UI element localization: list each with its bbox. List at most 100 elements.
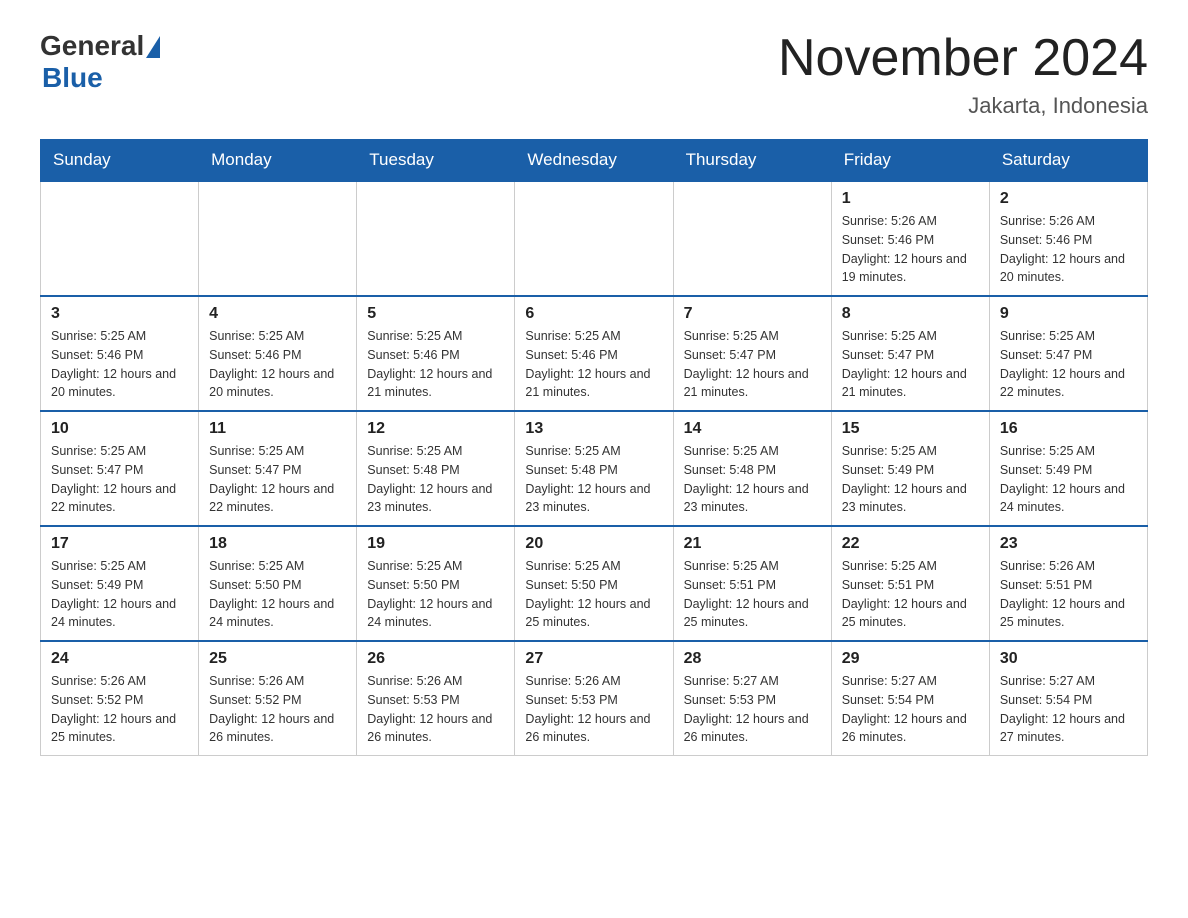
header-wednesday: Wednesday <box>515 140 673 182</box>
day-number: 21 <box>684 535 821 553</box>
calendar-cell-w1-d2 <box>357 181 515 296</box>
calendar-cell-w2-d3: 6Sunrise: 5:25 AMSunset: 5:46 PMDaylight… <box>515 296 673 411</box>
page-header: General Blue November 2024 Jakarta, Indo… <box>40 30 1148 119</box>
day-info: Sunrise: 5:26 AMSunset: 5:53 PMDaylight:… <box>367 672 504 747</box>
header-thursday: Thursday <box>673 140 831 182</box>
day-info: Sunrise: 5:27 AMSunset: 5:54 PMDaylight:… <box>842 672 979 747</box>
week-row-5: 24 Sunrise: 5:26 AMSunset: 5:52 PMDayligh… <box>41 641 1148 756</box>
day-info: Sunrise: 5:25 AMSunset: 5:47 PMDaylight:… <box>842 327 979 402</box>
location-text: Jakarta, Indonesia <box>778 93 1148 119</box>
header-friday: Friday <box>831 140 989 182</box>
calendar-cell-w3-d6: 16 Sunrise: 5:25 AMSunset: 5:49 PMDayligh… <box>989 411 1147 526</box>
calendar-cell-w3-d5: 15 Sunrise: 5:25 AMSunset: 5:49 PMDayligh… <box>831 411 989 526</box>
day-number: 18 <box>209 535 346 553</box>
day-info: Sunrise: 5:25 AMSunset: 5:50 PMDaylight:… <box>367 557 504 632</box>
calendar-cell-w3-d0: 10 Sunrise: 5:25 AMSunset: 5:47 PMDayligh… <box>41 411 199 526</box>
day-info: Sunrise: 5:27 AMSunset: 5:53 PMDaylight:… <box>684 672 821 747</box>
day-info: Sunrise: 5:26 AMSunset: 5:46 PMDaylight:… <box>842 212 979 287</box>
day-number: 6 <box>525 305 662 323</box>
calendar-cell-w5-d6: 30 Sunrise: 5:27 AMSunset: 5:54 PMDayligh… <box>989 641 1147 756</box>
day-number: 26 <box>367 650 504 668</box>
day-info: Sunrise: 5:25 AMSunset: 5:46 PMDaylight:… <box>367 327 504 402</box>
calendar-cell-w2-d0: 3Sunrise: 5:25 AMSunset: 5:46 PMDaylight… <box>41 296 199 411</box>
day-number: 12 <box>367 420 504 438</box>
day-info: Sunrise: 5:26 AMSunset: 5:53 PMDaylight:… <box>525 672 662 747</box>
day-info: Sunrise: 5:26 AMSunset: 5:51 PMDaylight:… <box>1000 557 1137 632</box>
calendar-cell-w1-d3 <box>515 181 673 296</box>
logo-triangle-icon <box>146 36 160 58</box>
calendar-cell-w1-d5: 1 Sunrise: 5:26 AMSunset: 5:46 PMDaylight… <box>831 181 989 296</box>
day-number: 23 <box>1000 535 1137 553</box>
calendar-cell-w5-d3: 27 Sunrise: 5:26 AMSunset: 5:53 PMDayligh… <box>515 641 673 756</box>
calendar-cell-w4-d0: 17Sunrise: 5:25 AMSunset: 5:49 PMDayligh… <box>41 526 199 641</box>
header-tuesday: Tuesday <box>357 140 515 182</box>
logo: General Blue <box>40 30 160 94</box>
day-number: 11 <box>209 420 346 438</box>
day-info: Sunrise: 5:25 AMSunset: 5:51 PMDaylight:… <box>684 557 821 632</box>
day-info: Sunrise: 5:25 AMSunset: 5:50 PMDaylight:… <box>209 557 346 632</box>
day-number: 9 <box>1000 305 1137 323</box>
day-number: 24 <box>51 650 188 668</box>
title-section: November 2024 Jakarta, Indonesia <box>778 30 1148 119</box>
day-info: Sunrise: 5:25 AMSunset: 5:47 PMDaylight:… <box>684 327 821 402</box>
calendar-cell-w2-d5: 8 Sunrise: 5:25 AMSunset: 5:47 PMDaylight… <box>831 296 989 411</box>
day-info: Sunrise: 5:25 AMSunset: 5:47 PMDaylight:… <box>51 442 188 517</box>
day-info: Sunrise: 5:26 AMSunset: 5:52 PMDaylight:… <box>209 672 346 747</box>
calendar-cell-w2-d6: 9 Sunrise: 5:25 AMSunset: 5:47 PMDaylight… <box>989 296 1147 411</box>
day-info: Sunrise: 5:26 AMSunset: 5:46 PMDaylight:… <box>1000 212 1137 287</box>
day-info: Sunrise: 5:25 AMSunset: 5:47 PMDaylight:… <box>209 442 346 517</box>
day-number: 16 <box>1000 420 1137 438</box>
day-number: 13 <box>525 420 662 438</box>
calendar-cell-w5-d2: 26 Sunrise: 5:26 AMSunset: 5:53 PMDayligh… <box>357 641 515 756</box>
day-number: 7 <box>684 305 821 323</box>
day-info: Sunrise: 5:25 AMSunset: 5:51 PMDaylight:… <box>842 557 979 632</box>
calendar-cell-w4-d6: 23 Sunrise: 5:26 AMSunset: 5:51 PMDayligh… <box>989 526 1147 641</box>
day-number: 1 <box>842 190 979 208</box>
logo-general-text: General <box>40 30 144 62</box>
day-info: Sunrise: 5:26 AMSunset: 5:52 PMDaylight:… <box>51 672 188 747</box>
day-number: 10 <box>51 420 188 438</box>
calendar-cell-w1-d4 <box>673 181 831 296</box>
day-number: 2 <box>1000 190 1137 208</box>
day-number: 30 <box>1000 650 1137 668</box>
day-number: 29 <box>842 650 979 668</box>
calendar-cell-w4-d3: 20 Sunrise: 5:25 AMSunset: 5:50 PMDayligh… <box>515 526 673 641</box>
day-number: 27 <box>525 650 662 668</box>
calendar-cell-w4-d5: 22Sunrise: 5:25 AMSunset: 5:51 PMDayligh… <box>831 526 989 641</box>
day-number: 14 <box>684 420 821 438</box>
day-info: Sunrise: 5:25 AMSunset: 5:50 PMDaylight:… <box>525 557 662 632</box>
day-number: 5 <box>367 305 504 323</box>
calendar-cell-w1-d0 <box>41 181 199 296</box>
calendar-cell-w2-d2: 5 Sunrise: 5:25 AMSunset: 5:46 PMDaylight… <box>357 296 515 411</box>
day-info: Sunrise: 5:25 AMSunset: 5:49 PMDaylight:… <box>1000 442 1137 517</box>
calendar-cell-w2-d4: 7 Sunrise: 5:25 AMSunset: 5:47 PMDaylight… <box>673 296 831 411</box>
day-info: Sunrise: 5:25 AMSunset: 5:46 PMDaylight:… <box>209 327 346 402</box>
calendar-cell-w5-d0: 24 Sunrise: 5:26 AMSunset: 5:52 PMDayligh… <box>41 641 199 756</box>
day-number: 19 <box>367 535 504 553</box>
week-row-1: 1 Sunrise: 5:26 AMSunset: 5:46 PMDaylight… <box>41 181 1148 296</box>
day-info: Sunrise: 5:25 AMSunset: 5:49 PMDaylight:… <box>842 442 979 517</box>
day-info: Sunrise: 5:25 AMSunset: 5:46 PMDaylight:… <box>51 327 188 402</box>
day-info: Sunrise: 5:25 AMSunset: 5:48 PMDaylight:… <box>367 442 504 517</box>
week-row-4: 17Sunrise: 5:25 AMSunset: 5:49 PMDayligh… <box>41 526 1148 641</box>
day-number: 8 <box>842 305 979 323</box>
month-year-title: November 2024 <box>778 30 1148 87</box>
calendar-cell-w5-d5: 29 Sunrise: 5:27 AMSunset: 5:54 PMDayligh… <box>831 641 989 756</box>
calendar-cell-w3-d3: 13Sunrise: 5:25 AMSunset: 5:48 PMDayligh… <box>515 411 673 526</box>
calendar-cell-w2-d1: 4Sunrise: 5:25 AMSunset: 5:46 PMDaylight… <box>199 296 357 411</box>
day-info: Sunrise: 5:25 AMSunset: 5:48 PMDaylight:… <box>684 442 821 517</box>
day-number: 15 <box>842 420 979 438</box>
week-row-2: 3Sunrise: 5:25 AMSunset: 5:46 PMDaylight… <box>41 296 1148 411</box>
header-monday: Monday <box>199 140 357 182</box>
day-number: 20 <box>525 535 662 553</box>
day-info: Sunrise: 5:25 AMSunset: 5:47 PMDaylight:… <box>1000 327 1137 402</box>
weekday-header-row: Sunday Monday Tuesday Wednesday Thursday… <box>41 140 1148 182</box>
calendar-table: Sunday Monday Tuesday Wednesday Thursday… <box>40 139 1148 756</box>
calendar-cell-w4-d4: 21 Sunrise: 5:25 AMSunset: 5:51 PMDayligh… <box>673 526 831 641</box>
week-row-3: 10 Sunrise: 5:25 AMSunset: 5:47 PMDayligh… <box>41 411 1148 526</box>
calendar-cell-w5-d4: 28Sunrise: 5:27 AMSunset: 5:53 PMDayligh… <box>673 641 831 756</box>
day-info: Sunrise: 5:27 AMSunset: 5:54 PMDaylight:… <box>1000 672 1137 747</box>
calendar-cell-w3-d2: 12 Sunrise: 5:25 AMSunset: 5:48 PMDayligh… <box>357 411 515 526</box>
calendar-cell-w1-d1 <box>199 181 357 296</box>
day-number: 17 <box>51 535 188 553</box>
